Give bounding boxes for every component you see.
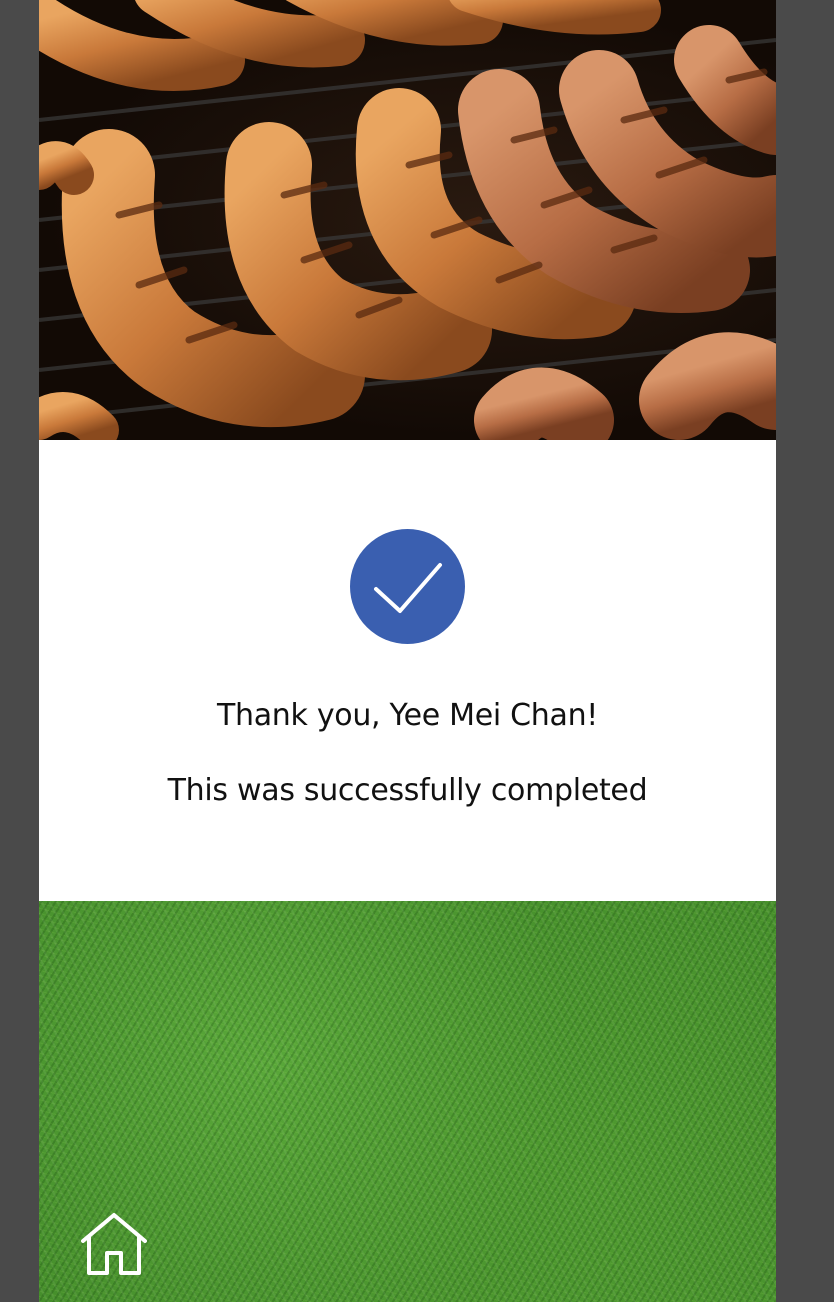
home-icon [81, 1213, 147, 1275]
app-frame: Thank you, Yee Mei Chan! This was succes… [39, 0, 776, 1302]
hero-image-sausages [39, 0, 776, 440]
check-icon [350, 529, 465, 644]
thank-you-message: Thank you, Yee Mei Chan! [216, 698, 599, 733]
success-message: This was successfully completed [167, 773, 648, 808]
confirmation-panel: Thank you, Yee Mei Chan! This was succes… [39, 440, 776, 901]
grass-background [39, 901, 776, 1302]
home-button[interactable] [79, 1211, 149, 1277]
